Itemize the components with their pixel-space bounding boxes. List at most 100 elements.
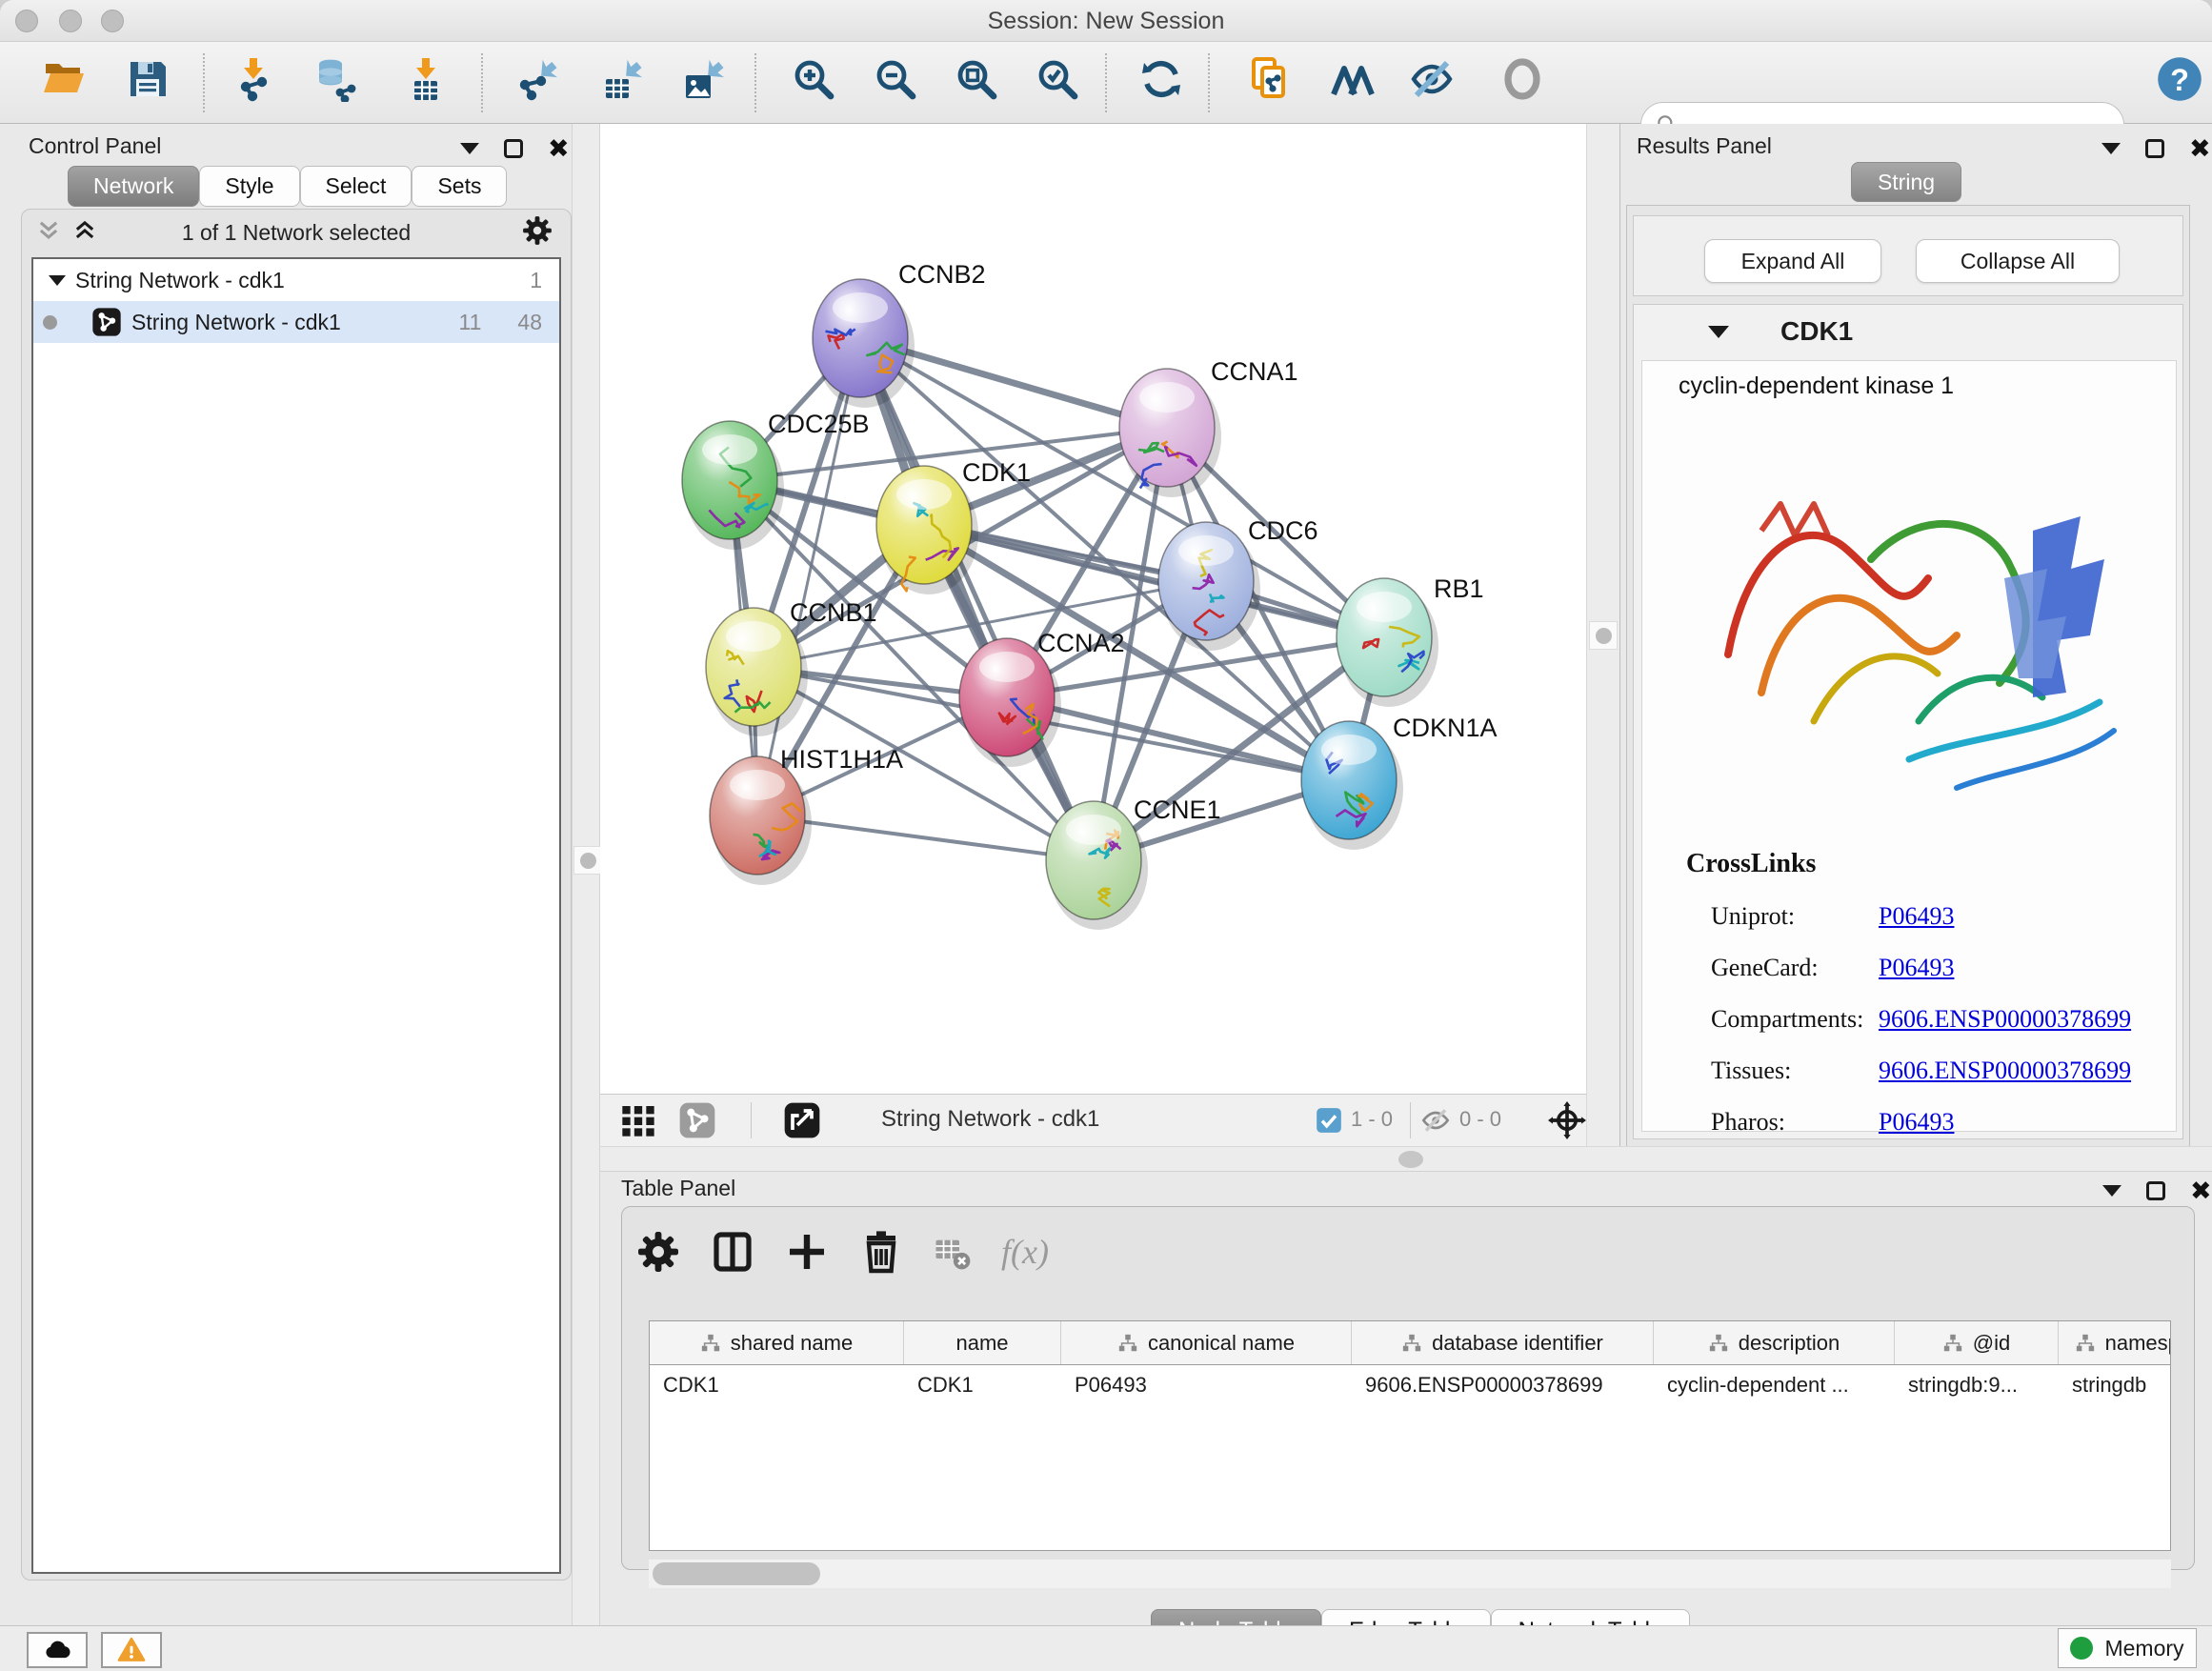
- column-header[interactable]: database identifier: [1352, 1321, 1654, 1364]
- open-session-icon[interactable]: [42, 56, 88, 102]
- collapse-all-button[interactable]: Collapse All: [1916, 239, 2120, 283]
- network-collection-row[interactable]: String Network - cdk1 1: [33, 259, 559, 301]
- float-panel-icon[interactable]: [2146, 1181, 2165, 1200]
- table-hscrollbar[interactable]: [649, 1560, 2171, 1588]
- table-options-gear-icon[interactable]: [635, 1229, 681, 1275]
- cloud-status-button[interactable]: [27, 1632, 88, 1668]
- save-session-icon[interactable]: [125, 56, 171, 102]
- function-builder-icon: f(x): [1001, 1232, 1049, 1272]
- tab-style[interactable]: Style: [199, 166, 299, 207]
- selected-nodes-checkbox-icon[interactable]: [1316, 1107, 1342, 1134]
- network-node[interactable]: [813, 279, 915, 408]
- table-cell[interactable]: CDK1: [650, 1365, 904, 1406]
- gene-header[interactable]: CDK1: [1634, 305, 2182, 358]
- column-header[interactable]: canonical name: [1061, 1321, 1352, 1364]
- column-header[interactable]: name: [904, 1321, 1061, 1364]
- panel-menu-icon[interactable]: [460, 143, 479, 154]
- help-icon[interactable]: ?: [2155, 54, 2204, 104]
- crosslink-link[interactable]: 9606.ENSP00000378699: [1879, 1005, 2131, 1034]
- left-splitter[interactable]: [572, 124, 600, 1625]
- import-network-from-database-icon[interactable]: [313, 56, 359, 102]
- refresh-icon[interactable]: [1138, 56, 1184, 102]
- toolbar-separator: [754, 53, 756, 112]
- zoom-in-icon[interactable]: [791, 56, 836, 102]
- table-cell[interactable]: P06493: [1061, 1365, 1352, 1406]
- export-network-icon[interactable]: [513, 56, 559, 102]
- tab-network[interactable]: Network: [68, 166, 199, 207]
- horizontal-splitter-handle[interactable]: [1398, 1151, 1423, 1168]
- crosslink-row: Compartments:9606.ENSP00000378699: [1642, 994, 2176, 1045]
- network-node[interactable]: [1301, 721, 1403, 850]
- float-panel-icon[interactable]: [2145, 139, 2164, 158]
- crosslink-link[interactable]: P06493: [1879, 902, 1954, 931]
- birdseye-view-icon[interactable]: [619, 1101, 657, 1139]
- new-network-from-selection-icon[interactable]: [1247, 56, 1293, 102]
- fit-selected-crosshair-icon[interactable]: [1548, 1101, 1586, 1139]
- table-row[interactable]: CDK1CDK1P064939606.ENSP00000378699cyclin…: [650, 1365, 2170, 1407]
- gene-collapse-icon[interactable]: [1708, 326, 1729, 338]
- tab-sets[interactable]: Sets: [412, 166, 507, 207]
- column-header[interactable]: shared name: [650, 1321, 904, 1364]
- crosslink-label: Compartments:: [1711, 1005, 1879, 1034]
- open-in-new-window-icon[interactable]: [783, 1101, 821, 1139]
- delete-column-icon[interactable]: [858, 1229, 904, 1275]
- table-cell[interactable]: stringdb: [2059, 1365, 2171, 1406]
- network-node[interactable]: [1337, 578, 1438, 707]
- network-node-label: CDK1: [962, 458, 1031, 487]
- crosslink-link[interactable]: P06493: [1879, 954, 1954, 982]
- zoom-out-icon[interactable]: [873, 56, 918, 102]
- network-tree: String Network - cdk1 1 String Network -…: [31, 257, 561, 1574]
- close-panel-icon[interactable]: ✖: [2189, 139, 2211, 158]
- network-view-toolbar: String Network - cdk1 1 - 0 0 - 0: [600, 1094, 1586, 1146]
- export-image-icon[interactable]: [680, 56, 726, 102]
- column-header[interactable]: namespace: [2059, 1321, 2171, 1364]
- import-table-from-file-icon[interactable]: [403, 56, 449, 102]
- right-splitter[interactable]: [1586, 124, 1619, 1146]
- string-view-icon[interactable]: [678, 1101, 716, 1139]
- right-splitter-handle[interactable]: [1589, 621, 1618, 650]
- export-table-icon[interactable]: [598, 56, 644, 102]
- column-header[interactable]: @id: [1895, 1321, 2059, 1364]
- network-canvas[interactable]: CCNB2CCNA1CDC25BCDK1CDC6RB1CCNB1CCNA2CDK…: [600, 124, 1586, 1094]
- tab-string[interactable]: String: [1851, 162, 1961, 202]
- close-panel-icon[interactable]: ✖: [2190, 1181, 2212, 1200]
- table-cell[interactable]: CDK1: [904, 1365, 1061, 1406]
- add-column-icon[interactable]: [784, 1229, 830, 1275]
- table-cell[interactable]: stringdb:9...: [1895, 1365, 2059, 1406]
- left-splitter-handle[interactable]: [573, 846, 602, 875]
- crosslink-link[interactable]: 9606.ENSP00000378699: [1879, 1057, 2131, 1085]
- network-node[interactable]: [706, 608, 808, 736]
- warning-status-button[interactable]: [101, 1632, 162, 1668]
- network-node[interactable]: [959, 638, 1061, 767]
- network-node[interactable]: [710, 756, 812, 885]
- network-row[interactable]: String Network - cdk1 11 48: [33, 301, 559, 343]
- window-title: Session: New Session: [0, 8, 2212, 35]
- panel-menu-icon[interactable]: [2101, 143, 2121, 154]
- close-panel-icon[interactable]: ✖: [548, 139, 570, 158]
- tab-select[interactable]: Select: [300, 166, 412, 207]
- memory-button[interactable]: Memory: [2058, 1628, 2197, 1668]
- horizontal-splitter[interactable]: [600, 1146, 2212, 1172]
- float-panel-icon[interactable]: [504, 139, 523, 158]
- table-cell[interactable]: 9606.ENSP00000378699: [1352, 1365, 1654, 1406]
- column-header[interactable]: description: [1654, 1321, 1895, 1364]
- network-node[interactable]: [1158, 522, 1260, 651]
- hide-selected-icon[interactable]: [1409, 56, 1455, 102]
- zoom-fit-content-icon[interactable]: [954, 56, 999, 102]
- crosslink-link[interactable]: P06493: [1879, 1108, 1954, 1137]
- network-edge[interactable]: [860, 338, 1094, 860]
- network-node[interactable]: [1046, 801, 1148, 930]
- import-network-from-file-icon[interactable]: [232, 56, 278, 102]
- show-columns-icon[interactable]: [710, 1229, 755, 1275]
- table-hscrollbar-thumb[interactable]: [653, 1562, 820, 1585]
- crosslinks-title: CrossLinks: [1686, 849, 1816, 879]
- panel-menu-icon[interactable]: [2102, 1185, 2122, 1197]
- first-neighbors-icon[interactable]: [1330, 56, 1376, 102]
- collection-expand-icon[interactable]: [49, 275, 66, 286]
- network-options-gear-icon[interactable]: [521, 214, 553, 252]
- crosslink-label: Uniprot:: [1711, 902, 1879, 931]
- expand-all-button[interactable]: Expand All: [1704, 239, 1881, 283]
- table-cell[interactable]: cyclin-dependent ...: [1654, 1365, 1895, 1406]
- zoom-selected-icon[interactable]: [1035, 56, 1080, 102]
- show-all-icon[interactable]: [1499, 56, 1545, 102]
